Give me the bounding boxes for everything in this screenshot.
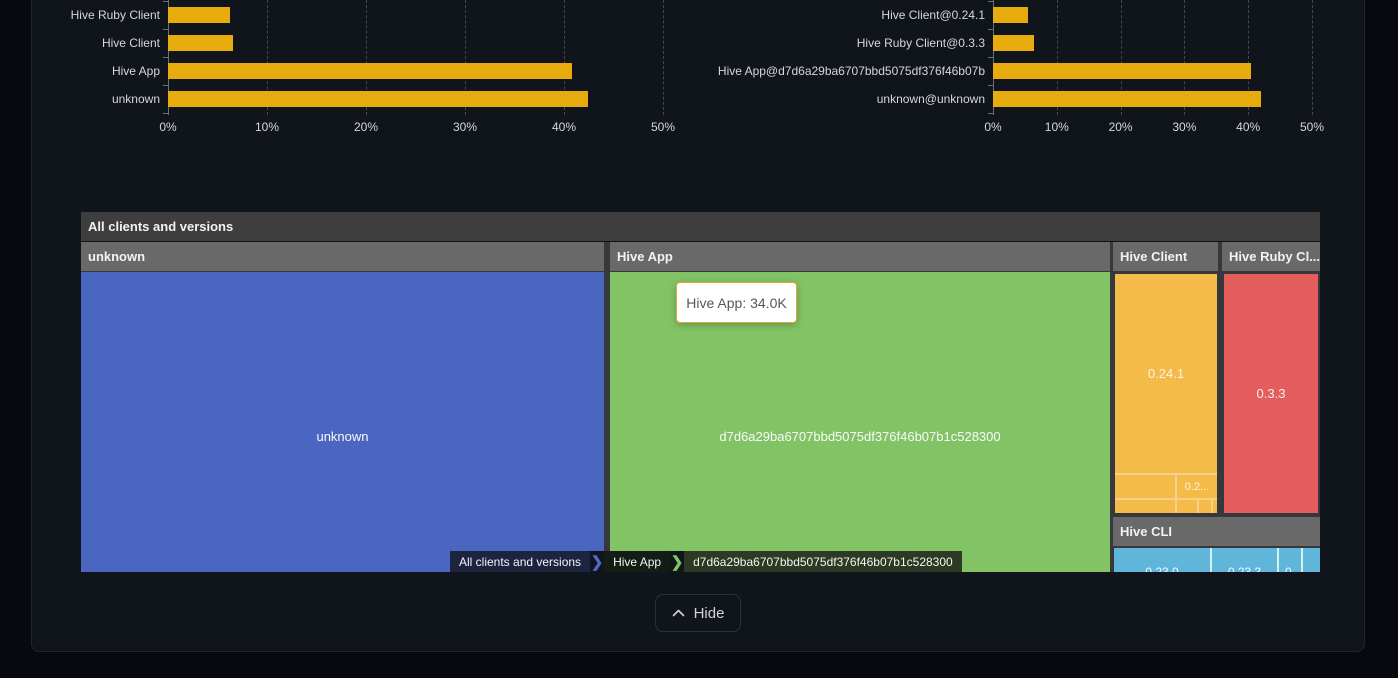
- treemap-root-header[interactable]: All clients and versions: [81, 212, 1320, 241]
- chevron-right-icon: ❯: [590, 551, 604, 572]
- breadcrumb-item-root[interactable]: All clients and versions: [450, 551, 590, 572]
- cell-unknown[interactable]: unknown: [81, 272, 604, 572]
- breadcrumb-item-version-hash[interactable]: d7d6a29ba6707bbd5075df376f46b07b1c528300: [684, 551, 962, 572]
- cell-hive-client-0-2[interactable]: 0.2...: [1177, 475, 1217, 498]
- breadcrumb-item-hive-app[interactable]: Hive App: [604, 551, 670, 572]
- cell-hive-client-sub-2[interactable]: [1115, 500, 1175, 513]
- treemap-all-clients-and-versions: All clients and versionsunknownunknownHi…: [81, 212, 1320, 572]
- cell-hive-cli-0-23-3[interactable]: 0.23.3: [1212, 548, 1277, 572]
- cell-hive-cli-sub[interactable]: [1303, 548, 1320, 572]
- chevron-up-icon: [672, 609, 685, 617]
- cell-hive-client-sub-3[interactable]: [1177, 500, 1197, 513]
- cell-hive-client-0-24-1[interactable]: 0.24.1: [1115, 274, 1217, 473]
- cell-hive-cli-0[interactable]: 0.: [1279, 548, 1301, 572]
- section-header-hive-ruby-client[interactable]: Hive Ruby Cl...: [1222, 242, 1320, 271]
- section-header-hive-client[interactable]: Hive Client: [1113, 242, 1218, 271]
- hide-button-label: Hide: [694, 605, 725, 622]
- cell-hive-client-sub-4[interactable]: [1199, 500, 1211, 513]
- cell-hive-client-sub-5[interactable]: [1213, 500, 1217, 513]
- section-header-unknown[interactable]: unknown: [81, 242, 604, 271]
- dashboard-page: 0%10%20%30%40%50%Hive Ruby ClientHive Cl…: [0, 0, 1398, 678]
- chevron-right-icon: ❯: [670, 551, 684, 572]
- cell-hive-cli-0-23-0[interactable]: 0.23.0: [1114, 548, 1210, 572]
- hide-button[interactable]: Hide: [655, 594, 741, 632]
- treemap-breadcrumb: All clients and versions ❯ Hive App ❯ d7…: [450, 551, 962, 572]
- section-header-hive-app[interactable]: Hive App: [610, 242, 1110, 271]
- treemap-tooltip: Hive App: 34.0K: [676, 282, 797, 323]
- cell-hive-client-sub-1[interactable]: [1115, 475, 1175, 498]
- cell-hive-ruby-client-0-3-3[interactable]: 0.3.3: [1224, 274, 1318, 513]
- section-header-hive-cli[interactable]: Hive CLI: [1113, 517, 1320, 546]
